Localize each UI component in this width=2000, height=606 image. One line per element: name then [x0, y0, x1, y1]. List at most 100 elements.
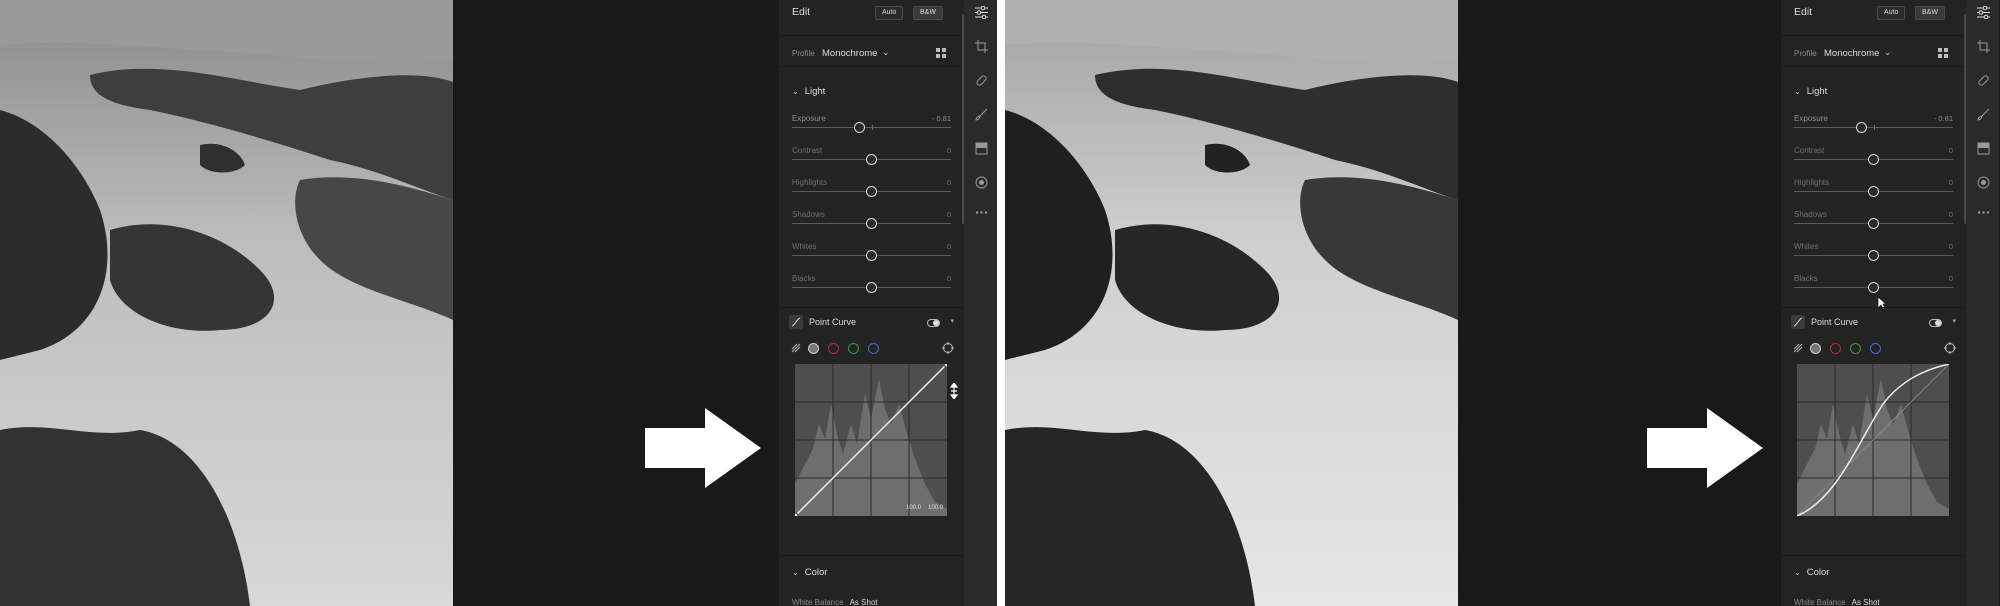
slider-knob[interactable]	[1867, 186, 1879, 197]
slider-knob[interactable]	[854, 122, 866, 133]
divider	[997, 0, 1005, 606]
target-icon[interactable]	[942, 342, 954, 354]
more-icon[interactable]	[975, 206, 988, 219]
slider-center-tick	[871, 125, 873, 130]
curve-graph[interactable]	[1797, 364, 1949, 516]
parametric-icon[interactable]	[791, 343, 801, 353]
slider-label: Shadows	[1794, 210, 1827, 219]
brush-icon[interactable]	[1977, 108, 1990, 121]
toggle-icon[interactable]	[927, 319, 940, 327]
light-section-header[interactable]: ⌄ Light	[792, 86, 825, 97]
slider-shadows[interactable]: Shadows 0	[792, 210, 951, 236]
arrow-right-icon	[645, 408, 761, 488]
slider-knob[interactable]	[865, 154, 877, 165]
slider-value: - 0.81	[931, 114, 951, 123]
color-label: Color	[1806, 567, 1830, 578]
target-icon[interactable]	[1944, 342, 1956, 354]
channel-blue[interactable]	[868, 343, 879, 354]
grid-icon[interactable]	[936, 48, 946, 58]
channel-blue[interactable]	[1870, 343, 1881, 354]
slider-knob[interactable]	[865, 218, 877, 229]
tool-strip	[1966, 0, 1999, 606]
slider-knob[interactable]	[865, 282, 877, 293]
channel-rgb[interactable]	[1810, 343, 1821, 354]
slider-label: Blacks	[1794, 274, 1818, 283]
healing-icon[interactable]	[1977, 74, 1990, 87]
edit-header: Edit Auto B&W	[1781, 0, 1966, 24]
white-balance-value[interactable]: As Shot	[1852, 598, 1880, 606]
color-section-header[interactable]: ⌄ Color	[792, 567, 827, 578]
curve-graph[interactable]: 100.0 100.0	[795, 364, 947, 516]
slider-label: Whites	[1794, 242, 1819, 251]
sliders-icon[interactable]	[975, 6, 988, 19]
color-section-header[interactable]: ⌄ Color	[1794, 567, 1829, 578]
slider-value: 0	[946, 210, 951, 219]
light-section-header[interactable]: ⌄ Light	[1794, 86, 1827, 97]
slider-exposure[interactable]: Exposure - 0.81	[1794, 114, 1953, 140]
point-curve-label: Point Curve	[809, 317, 857, 327]
sliders-icon[interactable]	[1977, 6, 1990, 19]
slider-label: Contrast	[792, 146, 823, 155]
slider-highlights[interactable]: Highlights 0	[792, 178, 951, 204]
brush-icon[interactable]	[975, 108, 988, 121]
slider-label: Highlights	[792, 178, 828, 187]
slider-shadows[interactable]: Shadows 0	[1794, 210, 1953, 236]
slider-knob[interactable]	[1867, 218, 1879, 229]
grid-icon[interactable]	[1938, 48, 1948, 58]
slider-knob[interactable]	[1867, 282, 1879, 293]
slider-exposure[interactable]: Exposure - 0.81	[792, 114, 951, 140]
radial-icon[interactable]	[975, 176, 988, 189]
chevron-down-icon[interactable]: ⌄	[1884, 47, 1892, 58]
healing-icon[interactable]	[975, 74, 988, 87]
profile-value[interactable]: Monochrome	[822, 48, 877, 59]
more-icon[interactable]	[1977, 206, 1990, 219]
chevron-down-icon[interactable]: ⌄	[882, 47, 890, 58]
slider-blacks[interactable]: Blacks 0	[792, 274, 951, 300]
auto-button[interactable]: Auto	[875, 6, 904, 20]
gradient-icon[interactable]	[975, 142, 988, 155]
slider-knob[interactable]	[865, 250, 877, 261]
profile-label: Profile	[1794, 49, 1817, 58]
white-balance-label: White Balance	[792, 598, 844, 606]
slider-whites[interactable]: Whites 0	[792, 242, 951, 268]
slider-knob[interactable]	[1867, 154, 1879, 165]
channel-rgb[interactable]	[808, 343, 819, 354]
curve-label-right: 100.0	[928, 505, 944, 511]
parametric-icon[interactable]	[1793, 343, 1803, 353]
radial-icon[interactable]	[1977, 176, 1990, 189]
slider-highlights[interactable]: Highlights 0	[1794, 178, 1953, 204]
slider-whites[interactable]: Whites 0	[1794, 242, 1953, 268]
point-curve-header[interactable]: Point Curve ▾	[789, 313, 954, 333]
chevron-down-icon[interactable]: ▾	[950, 317, 954, 325]
slider-knob[interactable]	[865, 186, 877, 197]
point-curve-header[interactable]: Point Curve ▾	[1791, 313, 1956, 333]
crop-icon[interactable]	[1977, 40, 1990, 53]
chevron-down-icon[interactable]: ▾	[1952, 317, 1956, 325]
gradient-icon[interactable]	[1977, 142, 1990, 155]
channel-red[interactable]	[1830, 343, 1841, 354]
tool-strip	[964, 0, 997, 606]
profile-row[interactable]: Profile Monochrome ⌄	[1781, 35, 1966, 67]
slider-contrast[interactable]: Contrast 0	[792, 146, 951, 172]
toggle-icon[interactable]	[1929, 319, 1942, 327]
auto-button[interactable]: Auto	[1877, 6, 1906, 20]
slider-knob[interactable]	[1867, 250, 1879, 261]
profile-value[interactable]: Monochrome	[1824, 48, 1879, 59]
white-balance-value[interactable]: As Shot	[850, 598, 878, 606]
bw-button[interactable]: B&W	[913, 6, 943, 20]
light-label: Light	[1806, 86, 1828, 97]
channel-green[interactable]	[848, 343, 859, 354]
bw-button[interactable]: B&W	[1915, 6, 1945, 20]
slider-blacks[interactable]: Blacks 0	[1794, 274, 1953, 300]
white-balance-row[interactable]: White Balance As Shot	[1794, 598, 1880, 606]
slider-contrast[interactable]: Contrast 0	[1794, 146, 1953, 172]
slider-value: 0	[946, 274, 951, 283]
profile-row[interactable]: Profile Monochrome ⌄	[779, 35, 964, 67]
slider-knob[interactable]	[1856, 122, 1868, 133]
channel-red[interactable]	[828, 343, 839, 354]
channel-green[interactable]	[1850, 343, 1861, 354]
photo-preview	[1005, 0, 1458, 606]
crop-icon[interactable]	[975, 40, 988, 53]
slider-value: 0	[1948, 210, 1953, 219]
white-balance-row[interactable]: White Balance As Shot	[792, 598, 878, 606]
